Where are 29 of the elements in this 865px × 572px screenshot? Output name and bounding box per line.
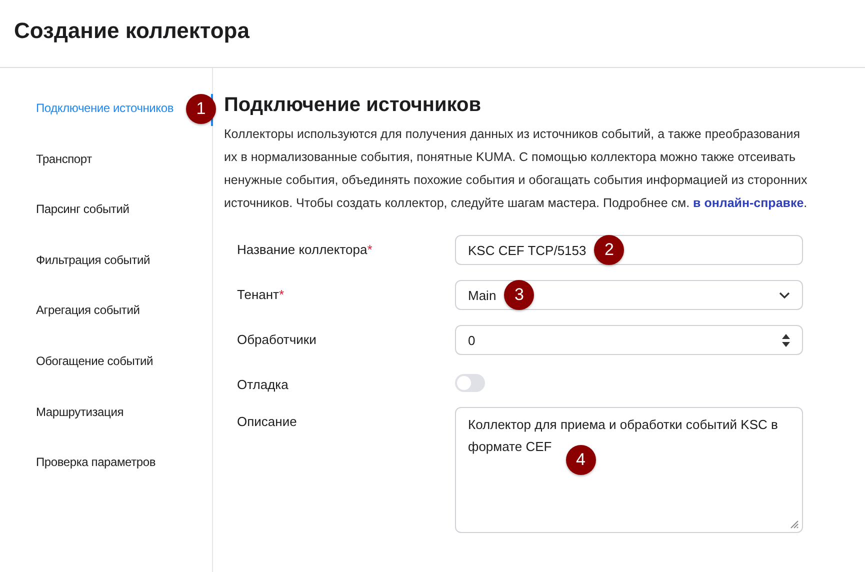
callout-marker: 4: [566, 445, 596, 475]
help-link[interactable]: в онлайн-справке: [693, 196, 804, 210]
field-label: Описание: [237, 413, 298, 429]
description-field[interactable]: Коллектор для приема и обработки событий KSC в формате CEF 4: [455, 407, 803, 533]
callout-marker: 3: [504, 280, 534, 310]
chevron-down-icon[interactable]: [779, 292, 790, 298]
callout-marker: 1: [186, 94, 216, 124]
toggle-switch[interactable]: [455, 374, 485, 392]
section-description: Коллекторы используются для получения данных из источников событий, а также преобразования их в нормализованные события, понятные KUMA. С помощью коллектора можно также отсеивать ненужные события, объединять похожие события и обогащать события информацией из сторонних источников. Чтобы создать коллектор, следуйте шагам мастера. Подробнее см. в онлайн-справке.: [224, 126, 808, 212]
wizard-step[interactable]: Маршрутизация: [36, 398, 124, 419]
wizard-step[interactable]: Парсинг событий: [36, 195, 130, 216]
wizard-step[interactable]: Обогащение событий: [36, 346, 154, 368]
wizard-step[interactable]: Агрегация событий: [36, 296, 140, 318]
wizard-step[interactable]: Транспорт: [36, 144, 92, 166]
wizard-step[interactable]: Подключение источников: [36, 94, 174, 115]
field-label: Отладка: [237, 376, 290, 392]
field-label: Название коллектора*: [237, 241, 374, 257]
dropdown-field[interactable]: Main 3: [455, 280, 803, 310]
wizard-step[interactable]: Проверка параметров: [36, 448, 156, 470]
number-field[interactable]: 0: [455, 325, 803, 355]
text-field[interactable]: KSC CEF TCP/5153 2: [455, 235, 803, 265]
spinner-icon[interactable]: [782, 334, 790, 346]
section-heading: Подключение источников: [224, 94, 482, 117]
page-title: Создание коллектора: [14, 18, 251, 44]
field-label: Тенант*: [237, 286, 286, 302]
callout-marker: 2: [594, 235, 624, 265]
resize-grip-icon[interactable]: [790, 520, 799, 529]
field-label: Обработчики: [237, 331, 318, 347]
wizard-step[interactable]: Фильтрация событий: [36, 246, 150, 267]
